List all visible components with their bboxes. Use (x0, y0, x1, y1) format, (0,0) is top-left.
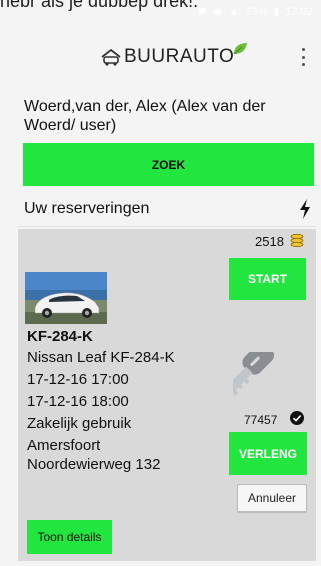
car-photo (25, 272, 107, 324)
street-address: Noordewierweg 132 (27, 456, 161, 473)
extend-button[interactable]: VERLENG (229, 432, 307, 475)
key-code: 77457 (244, 413, 278, 427)
show-details-button[interactable]: Toon details (27, 520, 112, 554)
overflow-menu-button[interactable] (299, 48, 307, 66)
search-button[interactable]: ZOEK (23, 143, 314, 186)
wifi-icon: ◉ (212, 6, 223, 18)
bolt-icon[interactable] (299, 199, 311, 219)
logo-text: BUURAUTO (124, 46, 235, 67)
end-datetime: 17-12-16 18:00 (27, 393, 129, 410)
clock: 17:02 (285, 5, 313, 18)
app-header: BUURAUTO (0, 24, 321, 82)
battery-icon: ▮ (273, 6, 280, 18)
status-bar: ✱ ◉ ▲ 73% ▮ 17:02 (197, 5, 313, 19)
bluetooth-icon: ✱ (197, 6, 207, 18)
coins-icon (290, 233, 304, 248)
battery-percent: 73% (245, 5, 268, 18)
top-cropped-text: nebr als je dubbep drek!. (0, 0, 199, 11)
key-icon (233, 352, 274, 396)
leaf-icon (233, 43, 248, 55)
signal-icon: ▲ (228, 5, 240, 18)
license-plate: KF-284-K (27, 328, 93, 345)
start-button[interactable]: START (229, 258, 306, 300)
car-model: Nissan Leaf KF-284-K (27, 349, 175, 366)
divider (18, 226, 316, 227)
credits-count: 2518 (255, 234, 284, 249)
start-datetime: 17-12-16 17:00 (27, 371, 129, 388)
top-cropped-text-strip: nebr als je dubbep drek!. ✱ ◉ ▲ 73% ▮ 17… (0, 0, 321, 24)
city: Amersfoort (27, 437, 101, 454)
user-name: Woerd,van der, Alex (Alex van der Woerd/… (24, 98, 266, 134)
car-house-icon (101, 48, 121, 66)
usage-type: Zakelijk gebruik (27, 415, 132, 432)
check-circle-icon (290, 411, 304, 425)
buurauto-logo: BUURAUTO (100, 42, 248, 66)
cancel-button[interactable]: Annuleer (237, 484, 307, 512)
reservations-title: Uw reserveringen (24, 200, 150, 217)
